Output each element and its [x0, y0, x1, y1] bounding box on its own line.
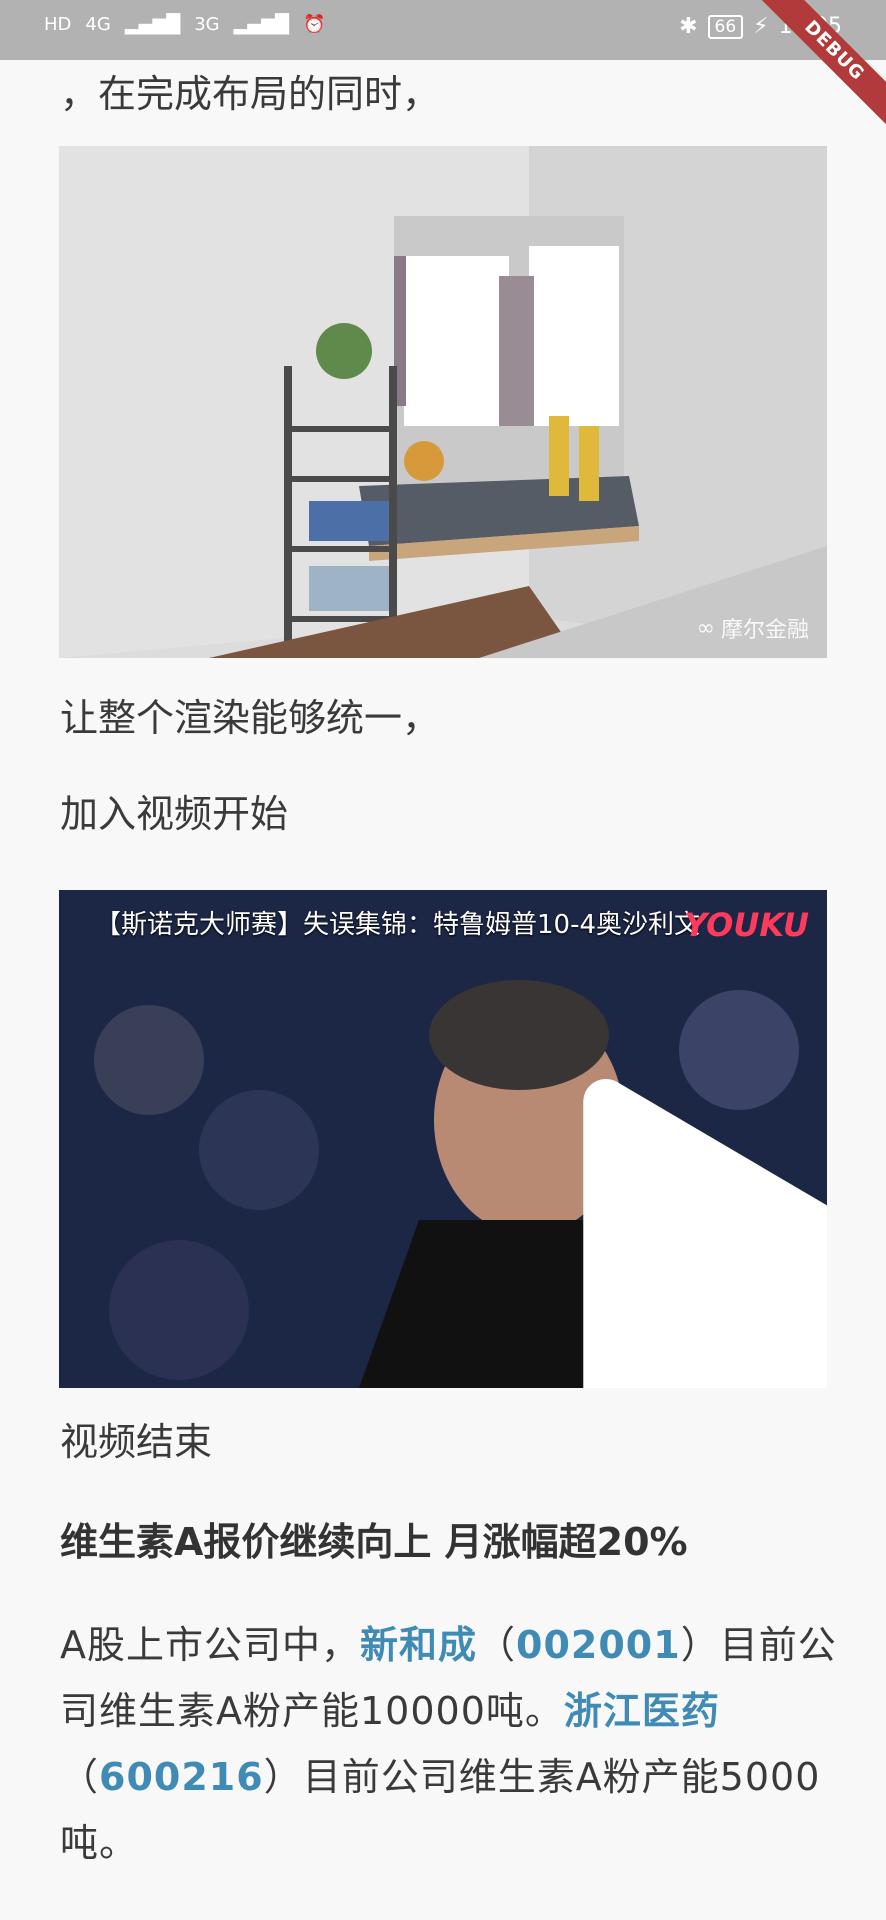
stock-link-xinhecheng[interactable]: 新和成 [360, 1623, 477, 1667]
video-player[interactable]: 【斯诺克大师赛】失误集锦：特鲁姆普10-4奥沙利文 YOUKU [59, 890, 827, 1388]
room-illustration [59, 146, 827, 658]
text-line: ，在完成布局的同时， [60, 72, 441, 116]
signal-bars-icon: ▂▄▆█ [124, 14, 181, 35]
paren-open: （ [60, 1755, 100, 1799]
status-bar: HD 4G ▂▄▆█ 3G ▂▄▆█ ⏰ ✱ 66 ⚡ 10:05 [0, 0, 886, 60]
stock-code-link[interactable]: 002001 [516, 1623, 681, 1667]
stock-code-link[interactable]: 600216 [99, 1755, 264, 1799]
paren-close: ） [680, 1623, 720, 1667]
watermark-text: 摩尔金融 [720, 618, 809, 643]
signal-bars-icon: ▂▄▆█ [233, 14, 289, 35]
hd-icon: HD [44, 14, 72, 35]
paren-close: ） [263, 1755, 303, 1799]
text-line: 让整个渲染能够统一， [60, 696, 441, 740]
play-icon[interactable] [403, 1079, 827, 1388]
paragraph-text: A股上市公司中， [60, 1623, 360, 1667]
stock-link-zhejiang-yiyao[interactable]: 浙江医药 [564, 1689, 720, 1733]
bluetooth-icon: ✱ [679, 14, 698, 39]
text-line: 视频结束 [60, 1420, 213, 1464]
signal-4g-icon: 4G [85, 14, 111, 35]
paren-open: （ [477, 1623, 517, 1667]
video-title: 【斯诺克大师赛】失误集锦：特鲁姆普10-4奥沙利文 [95, 910, 701, 940]
article-paragraph: A股上市公司中，新和成（002001）目前公司维生素A粉产能10000吨。浙江医… [60, 1612, 840, 1876]
room-image[interactable]: ∞ 摩尔金融 [59, 146, 827, 658]
logo-icon: ∞ [696, 615, 715, 641]
signal-3g-icon: 3G [194, 14, 220, 35]
status-left: HD 4G ▂▄▆█ 3G ▂▄▆█ ⏰ [44, 14, 325, 35]
section-heading: 维生素A报价继续向上 月涨幅超20% [60, 1520, 688, 1564]
youku-logo: YOUKU [684, 906, 809, 944]
text-line: 加入视频开始 [60, 792, 289, 836]
alarm-icon: ⏰ [302, 14, 326, 35]
charging-icon: ⚡ [753, 14, 769, 39]
battery-indicator: 66 [707, 14, 744, 39]
watermark: ∞ 摩尔金融 [697, 612, 809, 644]
